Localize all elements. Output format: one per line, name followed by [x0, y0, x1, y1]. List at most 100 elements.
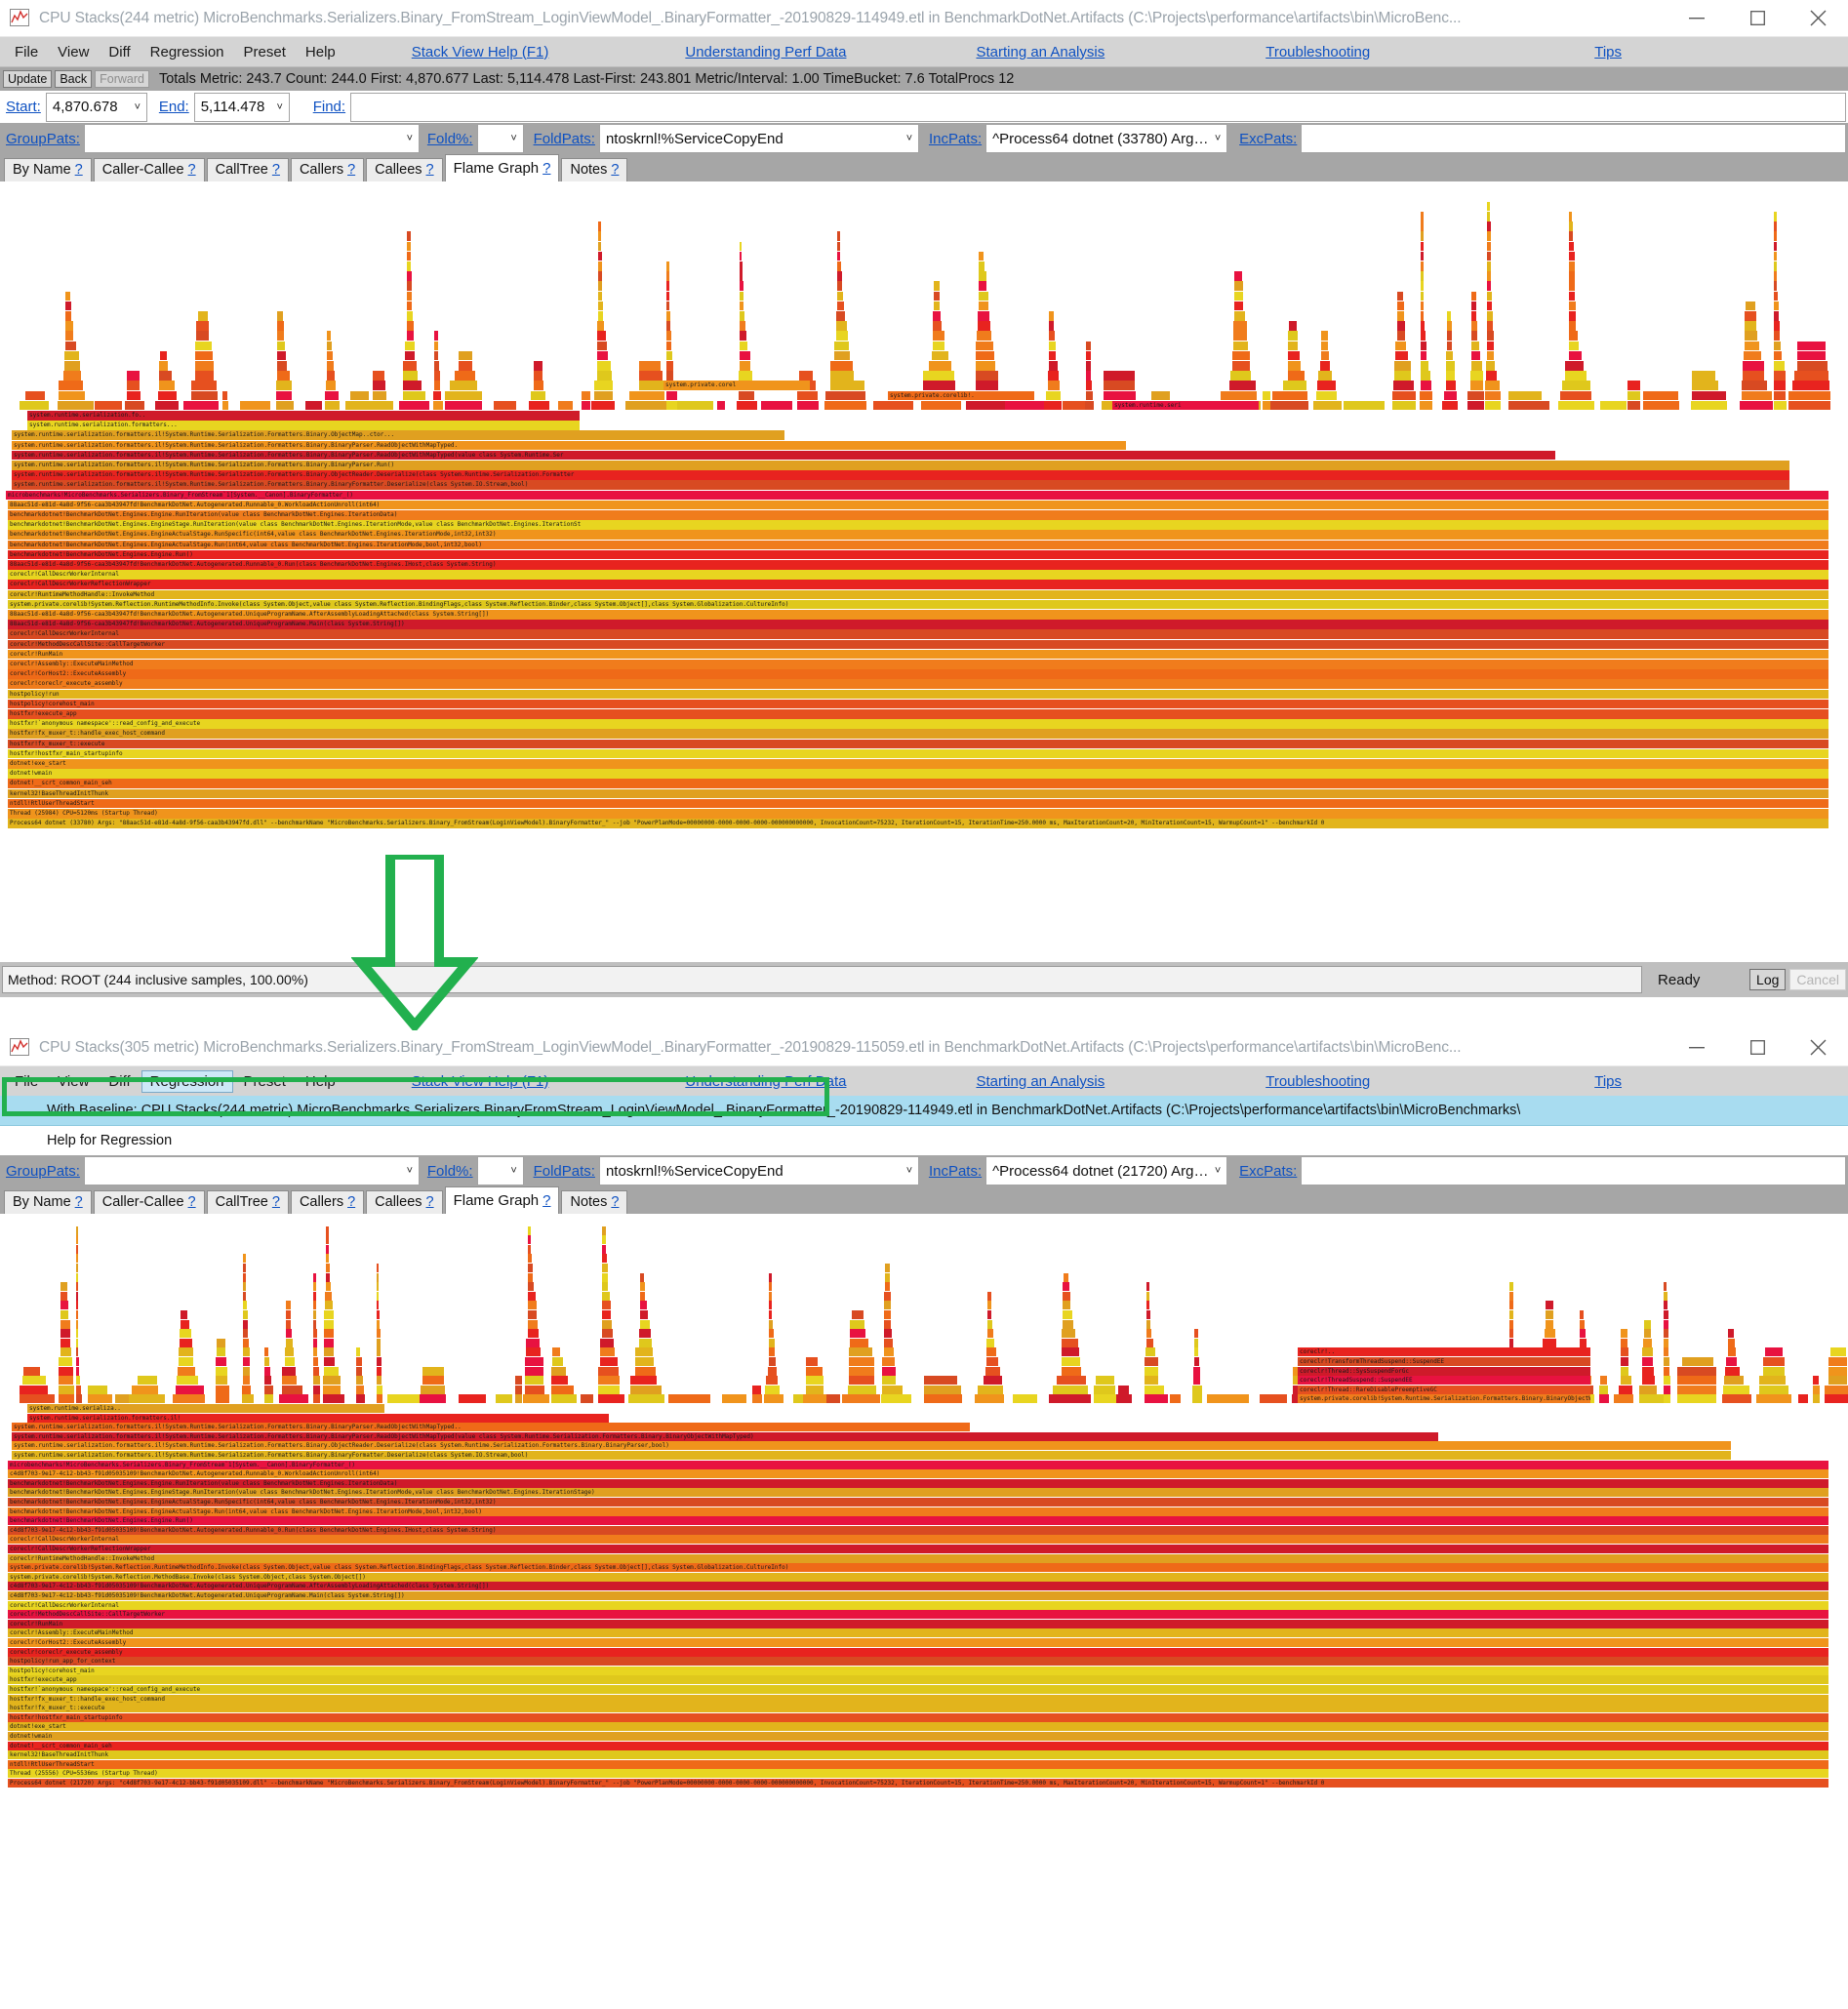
flame-frame[interactable] — [125, 400, 144, 411]
flame-frame[interactable] — [1614, 1394, 1633, 1404]
flame-frame[interactable] — [884, 1319, 891, 1329]
flame-frame[interactable] — [1546, 1319, 1553, 1329]
flame-frame[interactable] — [1728, 1329, 1734, 1339]
flame-frame[interactable] — [666, 361, 673, 371]
flame-frame[interactable] — [1643, 400, 1679, 411]
flame-frame[interactable] — [127, 390, 141, 401]
grouppats-label[interactable]: GroupPats: — [6, 1163, 80, 1180]
flame-frame[interactable] — [1421, 241, 1424, 252]
flame-frame[interactable] — [830, 361, 853, 371]
flame-frame[interactable] — [625, 400, 666, 411]
flame-frame[interactable] — [1642, 1347, 1653, 1357]
flame-frame[interactable] — [1763, 1357, 1785, 1367]
tab-calltree[interactable]: CallTree? — [206, 158, 289, 181]
flame-frame[interactable] — [407, 231, 411, 242]
start-combo[interactable]: 4,870.678 ˅ — [45, 92, 147, 122]
flame-frame[interactable] — [60, 1282, 67, 1292]
flame-frame[interactable] — [1146, 1291, 1149, 1301]
flame-frame[interactable] — [76, 1272, 78, 1282]
flame-frame[interactable]: system.private.corel — [663, 381, 810, 390]
flame-frame[interactable] — [158, 390, 177, 401]
flame-frame[interactable]: coreclr!CallDescrWorkerInternal — [8, 1535, 1828, 1545]
flame-frame[interactable] — [1677, 1366, 1716, 1376]
flame-frame[interactable] — [1508, 400, 1549, 411]
flame-frame[interactable] — [377, 1366, 382, 1376]
flame-frame[interactable] — [1446, 350, 1453, 361]
flame-frame[interactable] — [528, 1282, 534, 1292]
back-button[interactable]: Back — [55, 69, 93, 89]
flame-frame[interactable] — [837, 251, 840, 261]
link-troubleshooting[interactable]: Troubleshooting — [1265, 1073, 1370, 1090]
flame-frame[interactable] — [977, 331, 991, 342]
flame-frame[interactable] — [1104, 390, 1136, 401]
flame-frame[interactable] — [526, 1347, 541, 1357]
flame-frame[interactable]: 88aac51d-e81d-4a8d-9f56-caa3b43947fd!Ben… — [8, 560, 1828, 570]
flame-frame[interactable] — [666, 301, 669, 311]
flame-frame[interactable] — [20, 1394, 55, 1404]
flame-frame[interactable] — [766, 1376, 778, 1386]
flame-frame[interactable] — [76, 1244, 78, 1254]
flame-frame[interactable] — [1543, 1338, 1556, 1347]
flame-frame[interactable] — [127, 371, 140, 381]
flame-frame[interactable] — [525, 1385, 544, 1394]
flame-frame[interactable] — [666, 390, 677, 401]
flame-frame[interactable] — [740, 261, 743, 271]
flame-frame[interactable] — [1546, 1301, 1553, 1310]
flame-frame[interactable] — [127, 381, 140, 391]
flame-frame[interactable] — [1828, 1366, 1847, 1376]
flame-frame[interactable] — [217, 1338, 225, 1347]
flame-frame[interactable] — [313, 1329, 317, 1339]
flame-frame[interactable] — [1509, 1310, 1513, 1320]
tab-help-icon[interactable]: ? — [272, 1194, 280, 1210]
flame-frame[interactable] — [373, 400, 393, 411]
flame-frame[interactable] — [305, 400, 322, 411]
flame-frame[interactable] — [1569, 271, 1575, 281]
flame-frame[interactable] — [286, 1329, 292, 1339]
flame-frame[interactable] — [1146, 1282, 1149, 1292]
flame-frame[interactable] — [666, 281, 669, 292]
flame-frame[interactable] — [1794, 371, 1828, 381]
flame-frame[interactable] — [806, 1357, 818, 1367]
flame-frame[interactable] — [1569, 231, 1573, 242]
flame-frame[interactable] — [591, 400, 615, 411]
flame-frame[interactable] — [1774, 381, 1786, 391]
flame-frame[interactable] — [1580, 1319, 1585, 1329]
flame-frame[interactable] — [884, 1301, 891, 1310]
flame-frame[interactable] — [65, 341, 76, 351]
flame-frame[interactable] — [769, 1357, 776, 1367]
flame-frame[interactable] — [1471, 291, 1476, 301]
flame-frame[interactable]: dotnet!__scrt_common_main_seh — [8, 779, 1828, 788]
flame-frame[interactable] — [1797, 361, 1828, 371]
flame-frame[interactable] — [534, 381, 543, 391]
flame-frame[interactable] — [1797, 350, 1826, 361]
flame-frame[interactable] — [979, 281, 986, 292]
flame-frame[interactable] — [602, 1244, 606, 1254]
flame-frame[interactable] — [313, 1291, 316, 1301]
flame-frame[interactable] — [1664, 1282, 1667, 1292]
flame-frame[interactable] — [1444, 390, 1457, 401]
flame-frame[interactable] — [65, 311, 71, 321]
flame-frame[interactable] — [1470, 371, 1483, 381]
flame-frame[interactable] — [387, 1394, 420, 1404]
flame-frame[interactable] — [373, 390, 386, 401]
flame-frame[interactable] — [979, 291, 988, 301]
flame-frame[interactable] — [1397, 321, 1405, 331]
flame-frame[interactable]: dotnet!__scrt_common_main_seh — [8, 1741, 1828, 1750]
flame-frame[interactable] — [276, 390, 292, 401]
flame-frame[interactable]: coreclr!CallDescrWorkerInternal — [8, 570, 1828, 580]
flame-frame[interactable] — [602, 1301, 611, 1310]
flame-frame[interactable] — [1639, 1385, 1657, 1394]
flame-frame[interactable] — [551, 1385, 574, 1394]
flame-frame[interactable] — [884, 1291, 891, 1301]
flame-frame[interactable] — [222, 390, 227, 401]
flame-frame[interactable] — [1487, 291, 1492, 301]
flame-frame[interactable] — [1545, 1329, 1555, 1339]
flame-frame[interactable] — [933, 321, 942, 331]
flame-frame[interactable] — [313, 1301, 316, 1310]
flame-frame[interactable] — [1062, 1357, 1080, 1367]
flame-frame[interactable] — [639, 371, 663, 381]
flame-frame[interactable] — [1744, 350, 1761, 361]
flame-frame[interactable] — [243, 1366, 250, 1376]
flame-frame[interactable] — [155, 400, 179, 411]
chevron-down-icon[interactable]: ˅ — [401, 1165, 419, 1177]
